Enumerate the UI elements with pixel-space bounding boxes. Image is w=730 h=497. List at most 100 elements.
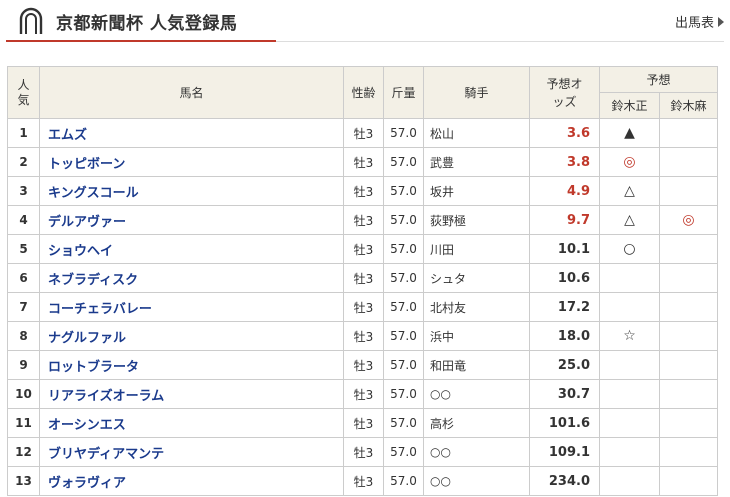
prediction-mark-1 — [599, 466, 660, 496]
jockey-name: ○○ — [423, 379, 530, 409]
sex-age: 牡3 — [343, 234, 384, 264]
weight: 57.0 — [383, 205, 424, 235]
jockey-name: 松山 — [423, 118, 530, 148]
prediction-mark-2 — [659, 408, 718, 438]
prediction-mark-2 — [659, 379, 718, 409]
horse-name-link[interactable]: ショウヘイ — [39, 234, 344, 264]
prediction-mark-2 — [659, 234, 718, 264]
jockey-name: 川田 — [423, 234, 530, 264]
table-row: 4 デルアヴァー 牡3 57.0 荻野極 9.7 △ ◎ — [7, 205, 718, 235]
popularity-rank: 6 — [7, 263, 40, 293]
table-row: 6 ネブラディスク 牡3 57.0 シュタ 10.6 — [7, 263, 718, 293]
horse-name-link[interactable]: デルアヴァー — [39, 205, 344, 235]
col-header-name: 馬名 — [39, 66, 344, 119]
sex-age: 牡3 — [343, 379, 384, 409]
horse-name-link[interactable]: ネブラディスク — [39, 263, 344, 293]
col-header-popularity: 人気 — [7, 66, 40, 119]
weight: 57.0 — [383, 350, 424, 380]
prediction-mark-2 — [659, 350, 718, 380]
horse-name-link[interactable]: ヴォラヴィア — [39, 466, 344, 496]
predicted-odds: 17.2 — [529, 292, 600, 322]
col-header-jockey: 騎手 — [423, 66, 530, 119]
prediction-mark-1 — [599, 379, 660, 409]
horseshoe-icon — [19, 7, 43, 34]
header-divider — [276, 41, 724, 42]
jockey-name: 荻野極 — [423, 205, 530, 235]
page-title: 京都新聞杯 人気登録馬 — [56, 14, 238, 34]
weight: 57.0 — [383, 292, 424, 322]
popularity-rank: 9 — [7, 350, 40, 380]
popularity-rank: 2 — [7, 147, 40, 177]
weight: 57.0 — [383, 379, 424, 409]
horse-name-link[interactable]: エムズ — [39, 118, 344, 148]
sex-age: 牡3 — [343, 350, 384, 380]
weight: 57.0 — [383, 408, 424, 438]
popularity-rank: 10 — [7, 379, 40, 409]
jockey-name: 浜中 — [423, 321, 530, 351]
predicted-odds: 10.1 — [529, 234, 600, 264]
predicted-odds: 234.0 — [529, 466, 600, 496]
jockey-name: 坂井 — [423, 176, 530, 206]
sex-age: 牡3 — [343, 205, 384, 235]
sex-age: 牡3 — [343, 118, 384, 148]
weight: 57.0 — [383, 118, 424, 148]
prediction-mark-1 — [599, 350, 660, 380]
horse-name-link[interactable]: リアライズオーラム — [39, 379, 344, 409]
sex-age: 牡3 — [343, 292, 384, 322]
jockey-name: ○○ — [423, 437, 530, 467]
table-row: 11 オーシンエス 牡3 57.0 高杉 101.6 — [7, 408, 718, 438]
popularity-rank: 12 — [7, 437, 40, 467]
popularity-rank: 13 — [7, 466, 40, 496]
predicted-odds: 3.6 — [529, 118, 600, 148]
prediction-mark-2 — [659, 147, 718, 177]
jockey-name: 武豊 — [423, 147, 530, 177]
sex-age: 牡3 — [343, 437, 384, 467]
table-row: 7 コーチェラバレー 牡3 57.0 北村友 17.2 — [7, 292, 718, 322]
predicted-odds: 9.7 — [529, 205, 600, 235]
table-row: 1 エムズ 牡3 57.0 松山 3.6 ▲ — [7, 118, 718, 148]
predicted-odds: 4.9 — [529, 176, 600, 206]
horse-name-link[interactable]: コーチェラバレー — [39, 292, 344, 322]
horse-name-link[interactable]: ナグルファル — [39, 321, 344, 351]
sex-age: 牡3 — [343, 408, 384, 438]
prediction-mark-1: △ — [599, 205, 660, 235]
table-row: 9 ロットブラータ 牡3 57.0 和田竜 25.0 — [7, 350, 718, 380]
weight: 57.0 — [383, 263, 424, 293]
predicted-odds: 101.6 — [529, 408, 600, 438]
sex-age: 牡3 — [343, 147, 384, 177]
prediction-mark-2: ◎ — [659, 205, 718, 235]
horse-name-link[interactable]: トッピボーン — [39, 147, 344, 177]
sex-age: 牡3 — [343, 321, 384, 351]
table-row: 8 ナグルファル 牡3 57.0 浜中 18.0 ☆ — [7, 321, 718, 351]
col-header-predictor-2: 鈴木麻 — [659, 92, 718, 119]
prediction-mark-2 — [659, 118, 718, 148]
horse-name-link[interactable]: オーシンエス — [39, 408, 344, 438]
prediction-mark-1: △ — [599, 176, 660, 206]
col-header-weight: 斤量 — [383, 66, 424, 119]
horse-name-link[interactable]: キングスコール — [39, 176, 344, 206]
weight: 57.0 — [383, 321, 424, 351]
predicted-odds: 109.1 — [529, 437, 600, 467]
sex-age: 牡3 — [343, 176, 384, 206]
prediction-mark-1: ☆ — [599, 321, 660, 351]
popularity-rank: 4 — [7, 205, 40, 235]
sex-age: 牡3 — [343, 263, 384, 293]
table-row: 3 キングスコール 牡3 57.0 坂井 4.9 △ — [7, 176, 718, 206]
prediction-mark-1: ◎ — [599, 147, 660, 177]
race-card-link[interactable]: 出馬表 — [675, 12, 724, 31]
prediction-mark-2 — [659, 466, 718, 496]
jockey-name: ○○ — [423, 466, 530, 496]
popularity-rank: 5 — [7, 234, 40, 264]
horse-name-link[interactable]: ロットブラータ — [39, 350, 344, 380]
jockey-name: 北村友 — [423, 292, 530, 322]
table-row: 12 ブリヤディアマンテ 牡3 57.0 ○○ 109.1 — [7, 437, 718, 467]
weight: 57.0 — [383, 147, 424, 177]
weight: 57.0 — [383, 234, 424, 264]
col-header-predictor-1: 鈴木正 — [599, 92, 660, 119]
table-row: 13 ヴォラヴィア 牡3 57.0 ○○ 234.0 — [7, 466, 718, 496]
horse-name-link[interactable]: ブリヤディアマンテ — [39, 437, 344, 467]
jockey-name: シュタ — [423, 263, 530, 293]
col-header-prediction: 予想 — [599, 66, 718, 93]
prediction-mark-1: ▲ — [599, 118, 660, 148]
page-header: 京都新聞杯 人気登録馬 出馬表 — [0, 0, 730, 44]
